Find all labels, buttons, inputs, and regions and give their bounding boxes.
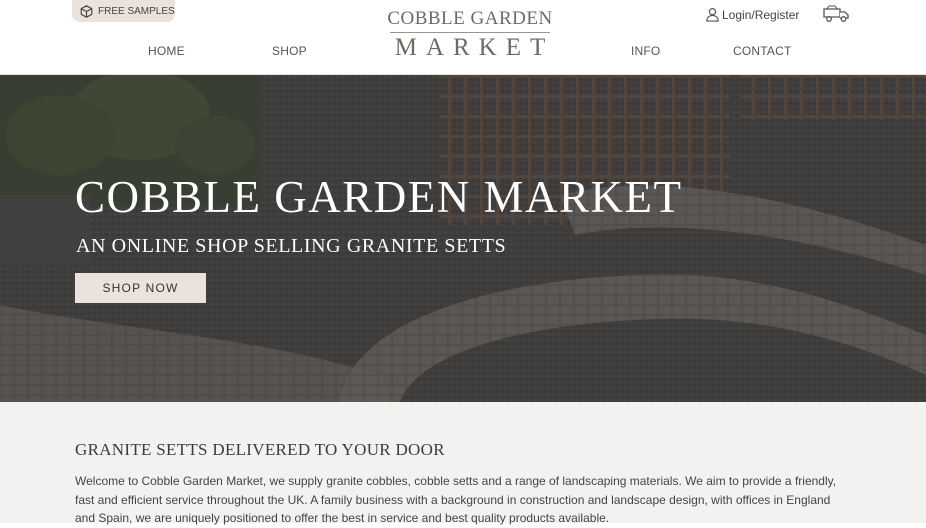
nav-contact[interactable]: CONTACT (733, 44, 792, 58)
nav-info[interactable]: INFO (631, 44, 660, 58)
free-samples-button[interactable]: FREE SAMPLES (72, 0, 175, 22)
logo-line1: COBBLE GARDEN (387, 8, 553, 29)
free-samples-label: FREE SAMPLES (98, 5, 175, 17)
hero-banner: COBBLE GARDEN MARKET AN ONLINE SHOP SELL… (0, 75, 926, 402)
nav-shop[interactable]: SHOP (272, 44, 307, 58)
site-header: FREE SAMPLES HOME SHOP COBBLE GARDEN MAR… (0, 0, 926, 75)
intro-paragraph: Welcome to Cobble Garden Market, we supp… (75, 474, 837, 525)
box-icon (80, 4, 93, 18)
hero-subtitle: AN ONLINE SHOP SELLING GRANITE SETTS (76, 235, 507, 257)
truck-cart-icon[interactable] (822, 5, 850, 23)
intro-title: GRANITE SETTS DELIVERED TO YOUR DOOR (75, 440, 445, 459)
hero-title: COBBLE GARDEN MARKET (75, 172, 683, 222)
site-logo[interactable]: COBBLE GARDEN MARKET (384, 8, 556, 62)
user-icon (706, 7, 719, 22)
nav-home[interactable]: HOME (148, 44, 185, 58)
shop-now-button[interactable]: SHOP NOW (75, 273, 206, 303)
login-label: Login/Register (722, 7, 800, 22)
logo-line2: MARKET (394, 34, 555, 61)
login-register-link[interactable]: Login/Register (705, 7, 799, 22)
logo-divider (390, 32, 550, 33)
